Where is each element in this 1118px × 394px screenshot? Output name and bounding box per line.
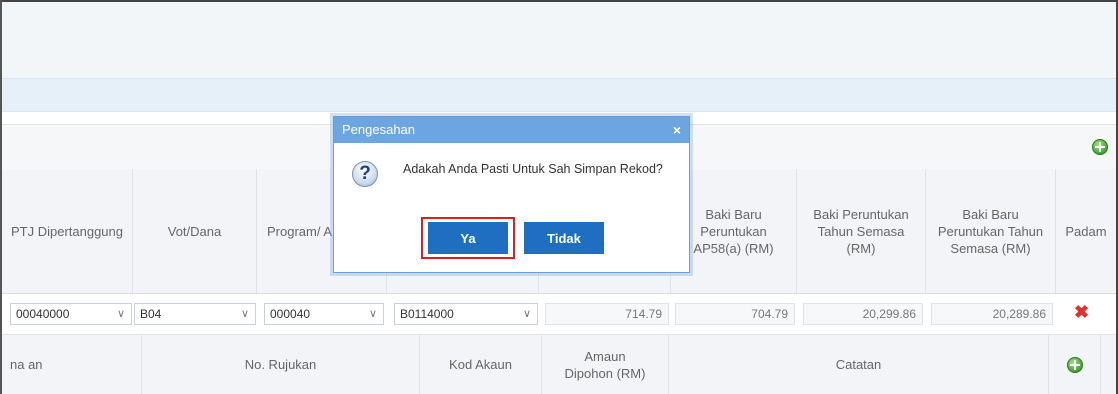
chevron-down-icon: ∨	[368, 308, 377, 320]
baki-ap58-value: 704.79	[675, 303, 795, 325]
vot-select-value: B04	[140, 307, 162, 321]
yes-button[interactable]: Ya	[428, 222, 508, 254]
akaun-select-value: B0114000	[400, 307, 454, 321]
col-kod-akaun-header: Kod Akaun	[420, 335, 542, 394]
chevron-down-icon: ∨	[240, 308, 249, 320]
ptj-select-value: 00040000	[16, 307, 70, 321]
chevron-down-icon: ∨	[522, 308, 531, 320]
no-button[interactable]: Tidak	[524, 222, 604, 254]
col-no-rujukan-header: No. Rujukan	[142, 335, 420, 394]
close-icon[interactable]: ×	[673, 117, 681, 143]
col-vot-header: Vot/Dana	[133, 169, 257, 293]
page-header-area	[2, 2, 1116, 78]
confirmation-dialog: Pengesahan × ? Adakah Anda Pasti Untuk S…	[333, 116, 690, 273]
amaun-value: 714.79	[545, 303, 669, 325]
detail-header-row: na an No. Rujukan Kod Akaun Amaun Dipoho…	[2, 335, 1116, 394]
dialog-title: Pengesahan	[342, 122, 416, 137]
dialog-message: Adakah Anda Pasti Untuk Sah Simpan Rekod…	[403, 162, 663, 176]
vot-select[interactable]: B04 ∨	[134, 303, 256, 325]
add-detail-icon[interactable]	[1066, 356, 1083, 373]
col-baki-semasa-header: Baki Peruntukan Tahun Semasa (RM)	[797, 169, 926, 293]
section-bar	[2, 78, 1116, 112]
col-amaun-dipohon-header: Amaun Dipohon (RM)	[542, 335, 669, 394]
dialog-title-bar: Pengesahan ×	[334, 117, 689, 143]
chevron-down-icon: ∨	[116, 308, 125, 320]
col-nama-header: na an	[2, 335, 142, 394]
add-detail-cell	[1049, 335, 1101, 394]
add-row-icon[interactable]	[1092, 139, 1108, 155]
delete-icon[interactable]: ✖	[1074, 302, 1089, 323]
col-catatan-header: Catatan	[669, 335, 1049, 394]
question-icon: ?	[352, 161, 378, 187]
program-select[interactable]: 000040 ∨	[264, 303, 384, 325]
col-padam-header: Padam	[1065, 223, 1107, 239]
program-select-value: 000040	[270, 307, 311, 321]
akaun-select[interactable]: B0114000 ∨	[394, 303, 538, 325]
col-ptj-header: PTJ Dipertanggung	[2, 169, 133, 293]
table-row: 00040000 ∨ B04 ∨ 000040 ∨ B0114000 ∨ 714…	[2, 294, 1116, 335]
baki-semasa-value: 20,299.86	[803, 303, 923, 325]
baki-baru-semasa-value: 20,289.86	[931, 303, 1053, 325]
ptj-select[interactable]: 00040000 ∨	[10, 303, 132, 325]
col-baki-baru-semasa-header: Baki Baru Peruntukan Tahun Semasa (RM)	[926, 169, 1056, 293]
